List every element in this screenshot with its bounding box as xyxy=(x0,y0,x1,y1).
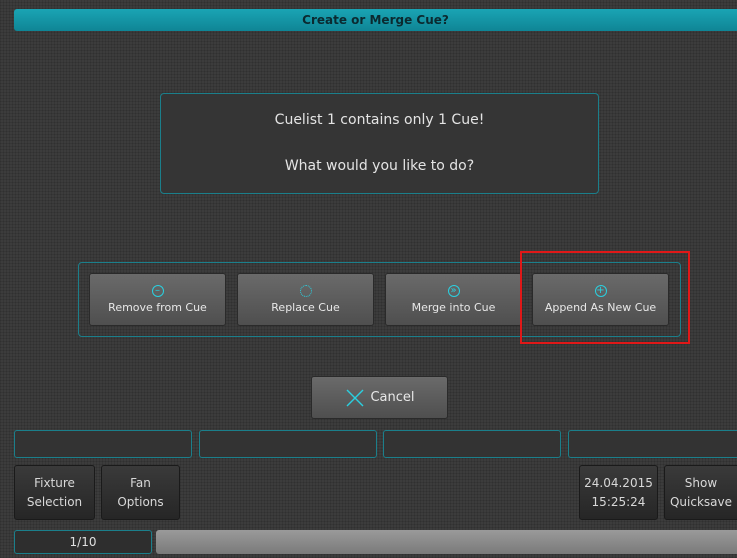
refresh-circle-icon xyxy=(299,285,312,297)
fan-options-line1: Fan xyxy=(130,475,151,490)
highlight-box xyxy=(520,251,690,344)
merge-circle-icon: » xyxy=(447,285,460,297)
dialog-title: Create or Merge Cue? xyxy=(302,13,449,27)
show-quicksave-line2: Quicksave xyxy=(669,494,733,509)
fan-options-button[interactable]: Fan Options xyxy=(101,465,180,520)
fixture-selection-button[interactable]: Fixture Selection xyxy=(14,465,95,520)
remove-from-cue-button[interactable]: – Remove from Cue xyxy=(89,273,226,326)
executor-slot-4[interactable] xyxy=(568,430,737,458)
fan-options-line2: Options xyxy=(117,494,164,509)
fixture-selection-line1: Fixture xyxy=(34,475,75,490)
merge-into-cue-label: Merge into Cue xyxy=(411,301,496,314)
time-text: 15:25:24 xyxy=(591,494,646,509)
executor-slot-1[interactable] xyxy=(14,430,192,458)
replace-cue-label: Replace Cue xyxy=(271,301,340,314)
dialog-title-bar: Create or Merge Cue? xyxy=(14,9,737,31)
replace-cue-button[interactable]: Replace Cue xyxy=(237,273,374,326)
cancel-label: Cancel xyxy=(370,390,415,405)
message-line-2: What would you like to do? xyxy=(284,158,475,174)
page-indicator[interactable]: 1/10 xyxy=(14,530,152,554)
show-quicksave-button[interactable]: Show Quicksave xyxy=(664,465,737,520)
show-quicksave-line1: Show xyxy=(684,475,718,490)
message-box: Cuelist 1 contains only 1 Cue! What woul… xyxy=(160,93,599,194)
x-icon xyxy=(346,389,364,406)
message-line-1: Cuelist 1 contains only 1 Cue! xyxy=(274,112,485,128)
minus-circle-icon: – xyxy=(151,285,164,297)
page-text: 1/10 xyxy=(69,535,97,549)
remove-from-cue-label: Remove from Cue xyxy=(108,301,207,314)
executor-slot-3[interactable] xyxy=(383,430,561,458)
date-text: 24.04.2015 xyxy=(584,475,653,490)
clock-display: 24.04.2015 15:25:24 xyxy=(579,465,658,520)
status-bar xyxy=(156,530,737,554)
merge-into-cue-button[interactable]: » Merge into Cue xyxy=(385,273,522,326)
fixture-selection-line2: Selection xyxy=(26,494,83,509)
cancel-button[interactable]: Cancel xyxy=(311,376,448,419)
executor-slot-2[interactable] xyxy=(199,430,377,458)
